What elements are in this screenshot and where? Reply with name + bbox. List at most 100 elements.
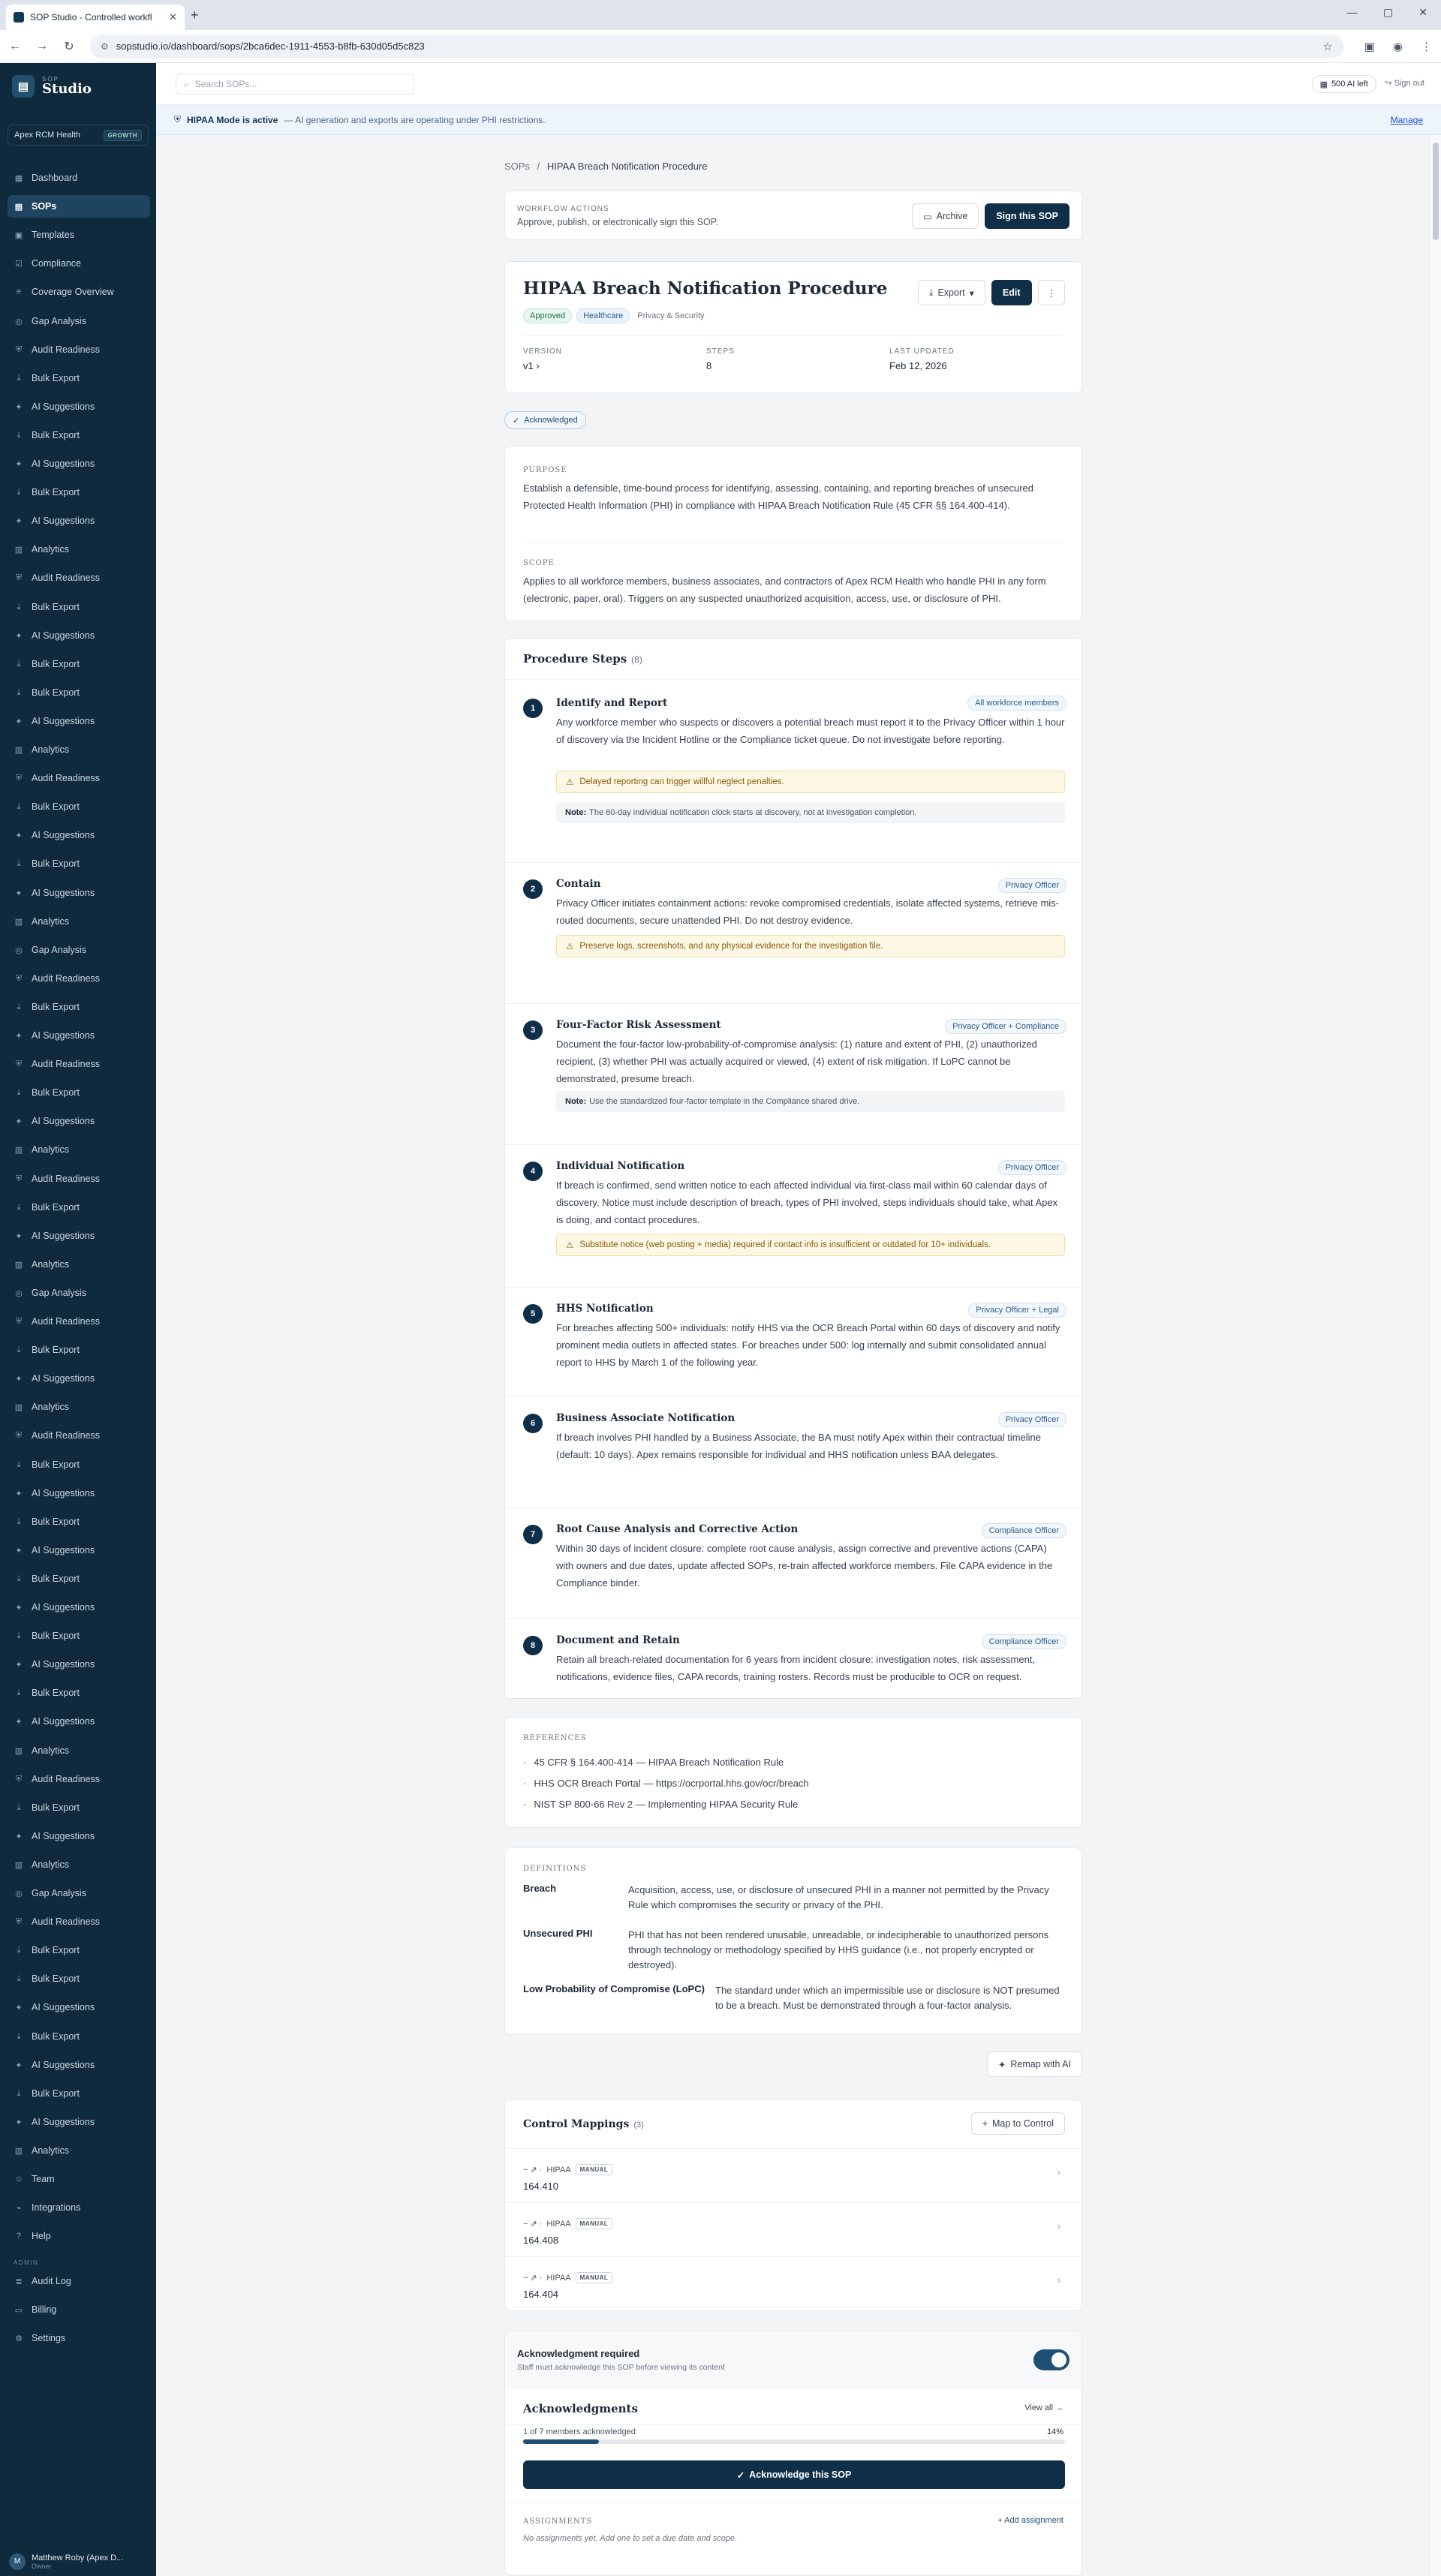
sidebar-item-ai-suggestions[interactable]: ✦ AI Suggestions: [8, 1539, 150, 1562]
sidebar-item-analytics[interactable]: ▥ Analytics: [8, 1138, 150, 1161]
map-to-control-button[interactable]: + Map to Control: [970, 2112, 1065, 2135]
sidebar-item-ai-suggestions[interactable]: ✦ AI Suggestions: [8, 1996, 150, 2018]
sidebar-item-bulk-export[interactable]: ⤓ Bulk Export: [8, 1682, 150, 1704]
sidebar-item-help[interactable]: ? Help: [8, 2225, 150, 2247]
sidebar-item-audit-readiness[interactable]: ⛨ Audit Readiness: [8, 567, 150, 589]
sidebar-item-bulk-export[interactable]: ⤓ Bulk Export: [8, 424, 150, 446]
sidebar-item-ai-suggestions[interactable]: ✦ AI Suggestions: [8, 1482, 150, 1504]
sidebar-item-gap-analysis[interactable]: ◎ Gap Analysis: [8, 310, 150, 332]
chevron-right-icon[interactable]: ›: [1057, 2166, 1060, 2178]
brand-logo-group[interactable]: ▤ SOP Studio: [12, 75, 92, 98]
extensions-icon[interactable]: ▣: [1364, 40, 1375, 53]
sidebar-item-ai-suggestions[interactable]: ✦ AI Suggestions: [8, 2111, 150, 2133]
sidebar-item-ai-suggestions[interactable]: ✦ AI Suggestions: [8, 1653, 150, 1676]
site-info-icon[interactable]: ⚙: [101, 41, 109, 52]
chevron-right-icon[interactable]: ›: [1057, 2274, 1060, 2286]
sign-out-link[interactable]: ↪ Sign out: [1385, 78, 1424, 88]
browser-tab[interactable]: SOP Studio - Controlled workfl ✕: [6, 5, 185, 30]
add-assignment-button[interactable]: + Add assignment: [997, 2516, 1063, 2525]
sidebar-item-team[interactable]: ☺ Team: [8, 2168, 150, 2190]
ack-required-toggle[interactable]: [1033, 2349, 1069, 2370]
sidebar-item-ai-suggestions[interactable]: ✦ AI Suggestions: [8, 1596, 150, 1619]
sidebar-item-analytics[interactable]: ▥ Analytics: [8, 738, 150, 761]
sidebar-item-bulk-export[interactable]: ⤓ Bulk Export: [8, 596, 150, 618]
sidebar-item-bulk-export[interactable]: ⤓ Bulk Export: [8, 481, 150, 503]
sign-sop-button[interactable]: Sign this SOP: [985, 203, 1069, 229]
sidebar-item-audit-readiness[interactable]: ⛨ Audit Readiness: [8, 1168, 150, 1190]
sidebar-item-bulk-export[interactable]: ⤓ Bulk Export: [8, 681, 150, 704]
remap-ai-button[interactable]: ✦ Remap with AI: [986, 2051, 1082, 2077]
sidebar-item-audit-log[interactable]: ≣ Audit Log: [8, 2270, 150, 2292]
sidebar-item-bulk-export[interactable]: ⤓ Bulk Export: [8, 2025, 150, 2048]
sidebar-item-analytics[interactable]: ▥ Analytics: [8, 2139, 150, 2162]
export-button[interactable]: ⤓ Export ▾: [917, 280, 985, 305]
sidebar-item-settings[interactable]: ⚙ Settings: [8, 2327, 150, 2349]
bookmark-star-icon[interactable]: ☆: [1322, 40, 1332, 53]
sidebar-item-ai-suggestions[interactable]: ✦ AI Suggestions: [8, 710, 150, 732]
sidebar-item-audit-readiness[interactable]: ⛨ Audit Readiness: [8, 1310, 150, 1333]
sidebar-item-ai-suggestions[interactable]: ✦ AI Suggestions: [8, 824, 150, 846]
sidebar-item-bulk-export[interactable]: ⤓ Bulk Export: [8, 1568, 150, 1590]
sidebar-item-ai-suggestions[interactable]: ✦ AI Suggestions: [8, 1110, 150, 1132]
control-mapping-row[interactable]: ~ ⇗ · HIPAA MANUAL 164.408 ›: [505, 2202, 1083, 2256]
sidebar-item-ai-suggestions[interactable]: ✦ AI Suggestions: [8, 624, 150, 647]
sidebar-item-bulk-export[interactable]: ⤓ Bulk Export: [8, 1625, 150, 1647]
sidebar-item-gap-analysis[interactable]: ◎ Gap Analysis: [8, 939, 150, 961]
ai-credits-badge[interactable]: ▦ 500 AI left: [1311, 75, 1376, 93]
sidebar-item-ai-suggestions[interactable]: ✦ AI Suggestions: [8, 2054, 150, 2076]
more-options-icon[interactable]: ⋮: [1037, 280, 1065, 305]
reload-icon[interactable]: ↻: [63, 39, 75, 54]
sidebar-item-integrations[interactable]: ⌁ Integrations: [8, 2196, 150, 2219]
back-icon[interactable]: ←: [9, 40, 21, 53]
view-all-link[interactable]: View all →: [1024, 2403, 1063, 2412]
forward-icon[interactable]: →: [36, 40, 48, 53]
browser-menu-icon[interactable]: ⋮: [1421, 40, 1432, 53]
sidebar-item-audit-readiness[interactable]: ⛨ Audit Readiness: [8, 967, 150, 990]
new-tab-icon[interactable]: +: [191, 8, 199, 23]
sidebar-item-analytics[interactable]: ▥ Analytics: [8, 538, 150, 561]
sidebar-item-ai-suggestions[interactable]: ✦ AI Suggestions: [8, 1225, 150, 1247]
sidebar-item-analytics[interactable]: ▥ Analytics: [8, 1396, 150, 1418]
sidebar-item-analytics[interactable]: ▥ Analytics: [8, 1739, 150, 1762]
chevron-right-icon[interactable]: ›: [1057, 2220, 1060, 2232]
sidebar-item-bulk-export[interactable]: ⤓ Bulk Export: [8, 1339, 150, 1361]
sidebar-item-bulk-export[interactable]: ⤓ Bulk Export: [8, 367, 150, 389]
version-selector[interactable]: v1 ›: [523, 360, 562, 371]
sidebar-item-ai-suggestions[interactable]: ✦ AI Suggestions: [8, 452, 150, 475]
manage-hipaa-link[interactable]: Manage: [1391, 115, 1423, 125]
sidebar-item-ai-suggestions[interactable]: ✦ AI Suggestions: [8, 1367, 150, 1390]
maximize-icon[interactable]: ▢: [1383, 6, 1393, 19]
sidebar-item-ai-suggestions[interactable]: ✦ AI Suggestions: [8, 1024, 150, 1047]
control-mapping-row[interactable]: ~ ⇗ · HIPAA MANUAL 164.410 ›: [505, 2148, 1083, 2202]
edit-button[interactable]: Edit: [991, 280, 1032, 305]
user-profile[interactable]: M Matthew Roby (Apex D... Owner: [9, 2553, 123, 2570]
sidebar-item-bulk-export[interactable]: ⤓ Bulk Export: [8, 1939, 150, 1961]
sidebar-item-audit-readiness[interactable]: ⛨ Audit Readiness: [8, 1910, 150, 1933]
sidebar-item-audit-readiness[interactable]: ⛨ Audit Readiness: [8, 1768, 150, 1790]
sidebar-item-templates[interactable]: ▣ Templates: [8, 224, 150, 246]
acknowledge-sop-button[interactable]: ✓ Acknowledge this SOP: [523, 2460, 1065, 2489]
archive-button[interactable]: ▭ Archive: [911, 203, 979, 229]
url-field[interactable]: ⚙ sopstudio.io/dashboard/sops/2bca6dec-1…: [90, 34, 1343, 59]
sidebar-item-bulk-export[interactable]: ⤓ Bulk Export: [8, 653, 150, 675]
page-scrollbar[interactable]: [1429, 135, 1441, 2576]
sidebar-item-ai-suggestions[interactable]: ✦ AI Suggestions: [8, 395, 150, 418]
sidebar-item-audit-readiness[interactable]: ⛨ Audit Readiness: [8, 767, 150, 789]
sidebar-item-analytics[interactable]: ▥ Analytics: [8, 1253, 150, 1276]
sidebar-item-bulk-export[interactable]: ⤓ Bulk Export: [8, 795, 150, 818]
org-switcher[interactable]: Apex RCM Health GROWTH: [8, 125, 149, 146]
sidebar-item-bulk-export[interactable]: ⤓ Bulk Export: [8, 1196, 150, 1219]
minimize-icon[interactable]: —: [1347, 6, 1358, 19]
sidebar-item-ai-suggestions[interactable]: ✦ AI Suggestions: [8, 509, 150, 532]
sidebar-item-audit-readiness[interactable]: ⛨ Audit Readiness: [8, 1053, 150, 1075]
sidebar-item-gap-analysis[interactable]: ◎ Gap Analysis: [8, 1882, 150, 1904]
sidebar-item-gap-analysis[interactable]: ◎ Gap Analysis: [8, 1282, 150, 1304]
sidebar-item-bulk-export[interactable]: ⤓ Bulk Export: [8, 852, 150, 875]
sidebar-item-audit-readiness[interactable]: ⛨ Audit Readiness: [8, 1424, 150, 1447]
sidebar-item-ai-suggestions[interactable]: ✦ AI Suggestions: [8, 1710, 150, 1733]
sidebar-item-ai-suggestions[interactable]: ✦ AI Suggestions: [8, 1825, 150, 1847]
sidebar-item-bulk-export[interactable]: ⤓ Bulk Export: [8, 1967, 150, 1990]
close-window-icon[interactable]: ✕: [1418, 6, 1427, 19]
sidebar-item-bulk-export[interactable]: ⤓ Bulk Export: [8, 1796, 150, 1819]
sidebar-item-bulk-export[interactable]: ⤓ Bulk Export: [8, 1081, 150, 1104]
